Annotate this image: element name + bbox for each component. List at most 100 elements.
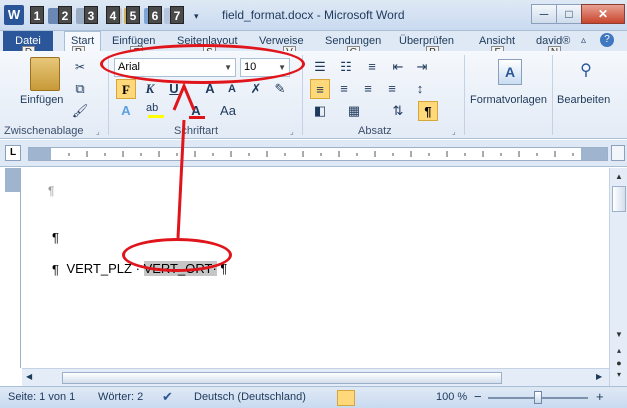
shrink-font-button[interactable]: A	[222, 79, 242, 99]
qat-key-tip-5[interactable]: 5	[126, 6, 140, 24]
text-effects-icon[interactable]: A	[116, 101, 136, 121]
tab-selector-icon[interactable]: L	[5, 145, 21, 161]
ruler-area: L	[0, 140, 627, 167]
language-status[interactable]: Deutsch (Deutschland)	[194, 391, 306, 403]
field-vert-plz[interactable]: VERT_PLZ	[66, 261, 132, 276]
qat-key-tip-4[interactable]: 4	[106, 6, 120, 24]
chevron-down-icon[interactable]: ▼	[224, 59, 232, 76]
find-binoculars-icon[interactable]: ⚲	[575, 59, 597, 83]
paste-icon[interactable]	[30, 57, 60, 91]
paragraph-mark: ¶	[52, 230, 59, 245]
highlight-icon[interactable]: ✎	[270, 79, 290, 99]
bold-button[interactable]: F	[116, 79, 136, 99]
editing-button-label[interactable]: Bearbeiten	[557, 94, 610, 106]
multilevel-list-icon[interactable]: ≡	[362, 57, 382, 77]
scroll-up-icon[interactable]: ▲	[612, 170, 626, 184]
group-separator	[108, 55, 109, 135]
zoom-out-button[interactable]: −	[474, 389, 482, 404]
borders-icon[interactable]: ▦	[344, 101, 364, 121]
word-count-status[interactable]: Wörter: 2	[98, 391, 143, 403]
font-launcher-icon[interactable]: ⌟	[290, 127, 294, 136]
qat-key-tip-6[interactable]: 6	[148, 6, 162, 24]
copy-icon[interactable]: ⧉	[70, 79, 90, 99]
underline-button[interactable]: U	[164, 79, 184, 99]
scroll-right-icon[interactable]: ▶	[596, 372, 602, 381]
change-case-button[interactable]: Aa	[218, 101, 238, 121]
justify-icon[interactable]: ≡	[382, 79, 402, 99]
title-bar: W 1 2 3 4 5 6 7 ▾ field_format.docx - Mi…	[0, 0, 627, 31]
paragraph-mark: ¶	[52, 262, 59, 277]
page-count-status[interactable]: Seite: 1 von 1	[8, 391, 75, 403]
show-formatting-marks-button[interactable]: ¶	[418, 101, 438, 121]
qat-key-tip-3[interactable]: 3	[84, 6, 98, 24]
proofing-icon[interactable]: ✔	[162, 389, 173, 405]
draft-view-icon[interactable]	[414, 390, 432, 406]
qat-key-tip-1[interactable]: 1	[30, 6, 44, 24]
highlight-color-swatch	[148, 115, 164, 118]
increase-indent-icon[interactable]: ⇥	[412, 57, 432, 77]
cut-icon[interactable]: ✂	[70, 57, 90, 77]
zoom-level-status[interactable]: 100 %	[436, 391, 467, 403]
paragraph-launcher-icon[interactable]: ⌟	[452, 127, 456, 136]
decrease-indent-icon[interactable]: ⇤	[388, 57, 408, 77]
customize-qat-icon[interactable]: ▾	[194, 8, 204, 24]
group-separator	[464, 55, 465, 135]
ribbon: Einfügen ✂ ⧉ 🖌 Zwischenablage ⌟ Arial ▼ …	[0, 51, 627, 139]
view-ruler-toggle-icon[interactable]	[611, 145, 625, 161]
ribbon-minimize-icon[interactable]: ▵	[581, 35, 586, 46]
font-name-combo[interactable]: Arial ▼	[114, 58, 236, 77]
scroll-down-icon[interactable]: ▼	[612, 328, 626, 342]
outline-view-icon[interactable]	[396, 390, 414, 406]
word-logo-icon[interactable]: W	[4, 5, 24, 25]
styles-button-label[interactable]: Formatvorlagen	[470, 94, 547, 106]
align-left-icon[interactable]: ≡	[310, 79, 330, 99]
line-spacing-icon[interactable]: ↕	[410, 79, 430, 99]
grow-font-button[interactable]: A	[200, 79, 220, 99]
font-size-value: 10	[244, 61, 257, 73]
zoom-slider-thumb[interactable]	[534, 391, 542, 404]
tab-references[interactable]: Verweise	[259, 35, 304, 47]
field-line[interactable]: VERT_PLZ · VERT_ORT· ¶	[52, 246, 227, 291]
clipboard-launcher-icon[interactable]: ⌟	[96, 127, 100, 136]
field-vert-ort[interactable]: VERT_ORT	[143, 261, 213, 276]
qat-key-tip-7[interactable]: 7	[170, 6, 184, 24]
numbering-icon[interactable]: ☷	[336, 57, 356, 77]
styles-icon[interactable]: A	[498, 59, 522, 85]
font-color-swatch	[189, 116, 205, 119]
maximize-button[interactable]: □	[556, 4, 582, 24]
chevron-down-icon[interactable]: ▼	[278, 59, 286, 76]
group-separator	[552, 55, 553, 135]
font-size-combo[interactable]: 10 ▼	[240, 58, 290, 77]
full-screen-view-icon[interactable]	[358, 390, 376, 406]
horizontal-ruler[interactable]	[28, 147, 608, 161]
italic-button[interactable]: K	[140, 79, 160, 99]
vertical-scrollbar[interactable]: ▲ ▼ ▴ ● ▾	[609, 168, 627, 386]
qat-key-tip-2[interactable]: 2	[58, 6, 72, 24]
sort-icon[interactable]: ⇅	[388, 101, 408, 121]
highlight-color-icon[interactable]: ab	[146, 102, 158, 114]
help-icon[interactable]: ?	[600, 33, 614, 47]
bullets-icon[interactable]: ☰	[310, 57, 330, 77]
horizontal-scroll-thumb[interactable]	[62, 372, 502, 384]
format-painter-icon[interactable]: 🖌	[70, 101, 90, 121]
next-page-icon[interactable]: ▾	[612, 368, 626, 382]
clear-format-icon[interactable]: ✗	[246, 79, 266, 99]
horizontal-scrollbar[interactable]: ◀ ▶	[22, 368, 609, 386]
document-page[interactable]: ¶ ¶ VERT_PLZ · VERT_ORT· ¶ ¶	[22, 168, 609, 368]
paragraph-mark: ¶	[48, 184, 55, 198]
close-button[interactable]: ✕	[581, 4, 625, 24]
scroll-left-icon[interactable]: ◀	[26, 372, 32, 381]
vertical-ruler-top-margin	[5, 168, 20, 192]
print-layout-view-icon[interactable]	[337, 390, 355, 406]
minimize-button[interactable]: ─	[531, 4, 557, 24]
zoom-in-button[interactable]: +	[596, 389, 604, 404]
vertical-scroll-thumb[interactable]	[612, 186, 626, 212]
align-right-icon[interactable]: ≡	[358, 79, 378, 99]
clipboard-group-label: Zwischenablage	[4, 125, 84, 137]
align-center-icon[interactable]: ≡	[334, 79, 354, 99]
paste-button-label[interactable]: Einfügen	[20, 94, 63, 106]
vertical-ruler[interactable]	[5, 168, 21, 368]
web-layout-view-icon[interactable]	[377, 390, 395, 406]
shading-icon[interactable]: ◧	[310, 101, 330, 121]
ribbon-tab-row: Datei Start Einfügen Seitenlayout Verwei…	[0, 31, 627, 53]
